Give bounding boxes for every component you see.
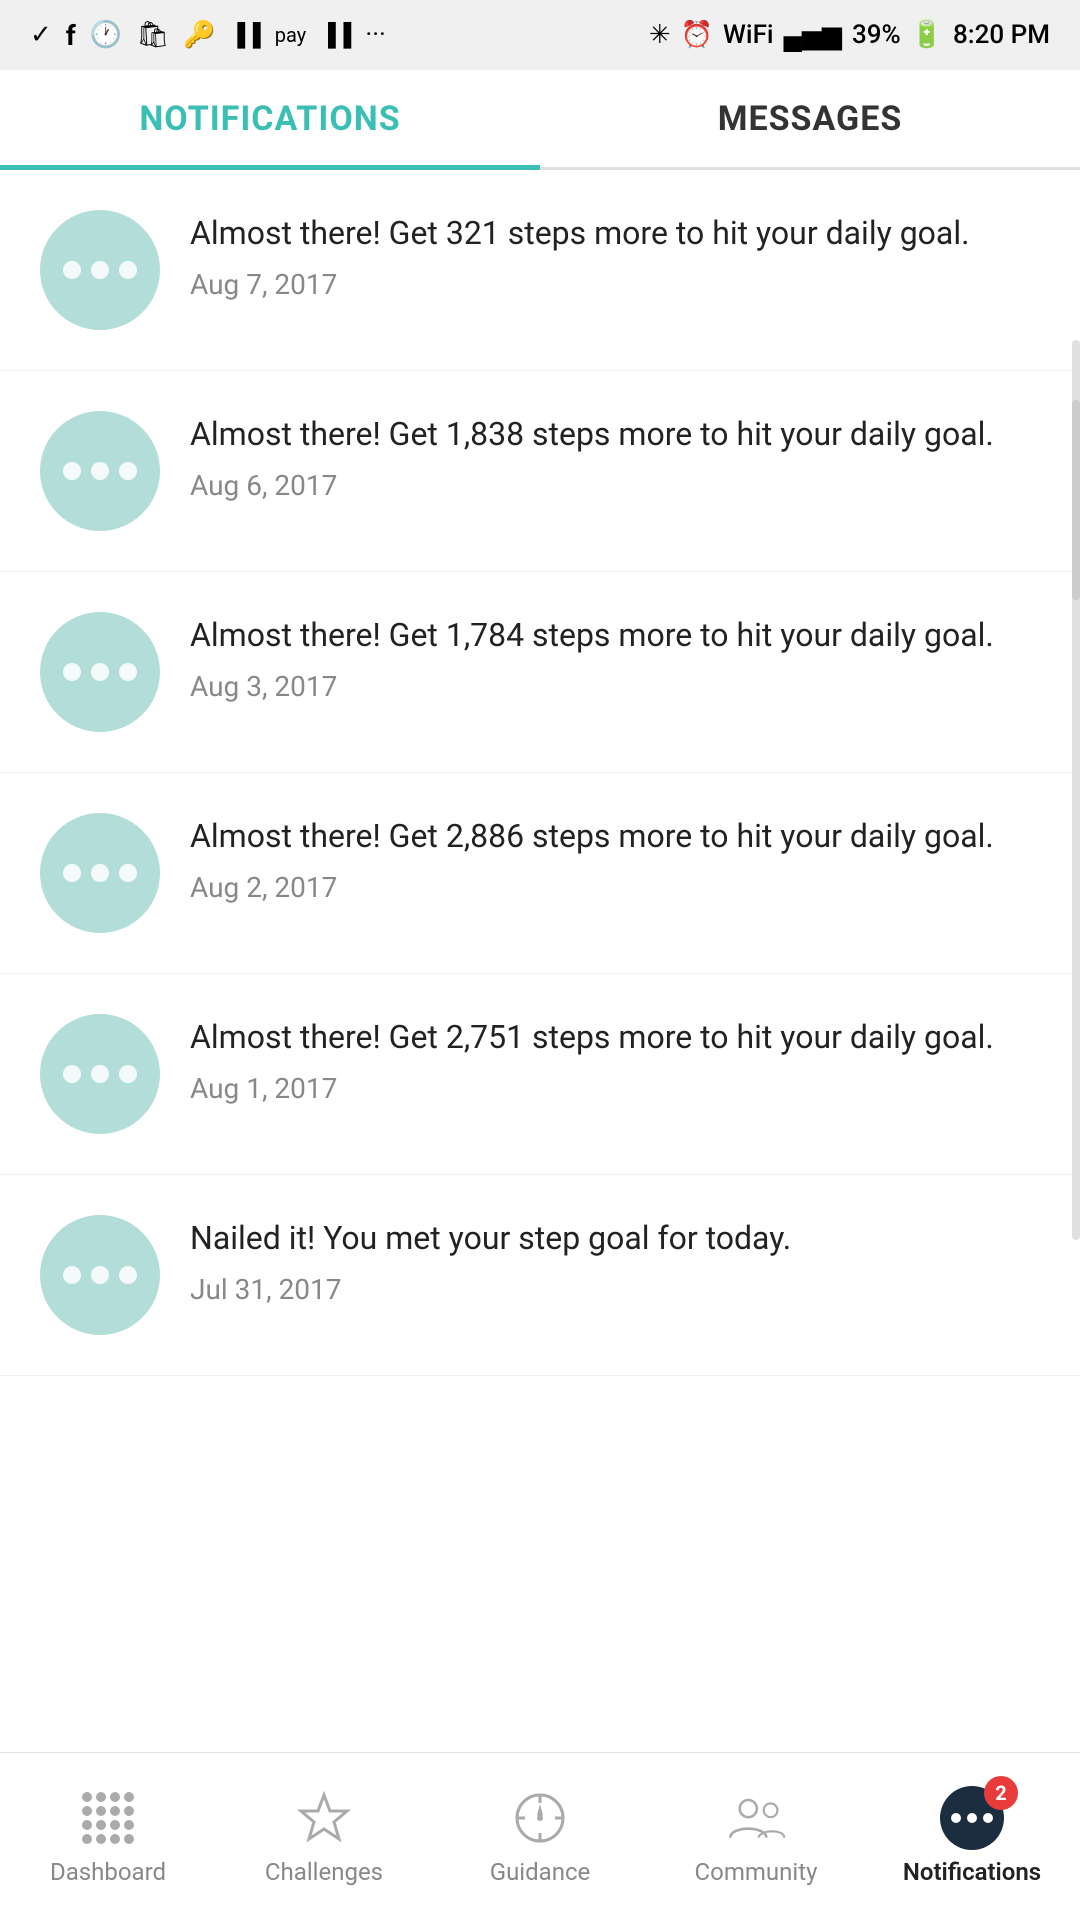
nav-label-dashboard: Dashboard xyxy=(50,1858,166,1886)
main-content: NOTIFICATIONS MESSAGES Almost there! Get… xyxy=(0,70,1080,1752)
notification-content: Almost there! Get 1,838 steps more to hi… xyxy=(190,411,1040,502)
list-item[interactable]: Almost there! Get 2,886 steps more to hi… xyxy=(0,773,1080,974)
sim2-icon: ▐▐ xyxy=(320,22,351,48)
nav-label-guidance: Guidance xyxy=(490,1858,591,1886)
status-left: ✓ f 🕐 🛍 🔑 ▐▐ pay ▐▐ ··· xyxy=(30,19,386,52)
sidebar-item-dashboard[interactable]: Dashboard xyxy=(0,1788,216,1886)
community-icon xyxy=(726,1788,786,1848)
avatar xyxy=(40,210,160,330)
list-item[interactable]: Almost there! Get 321 steps more to hit … xyxy=(0,170,1080,371)
time-display: 8:20 PM xyxy=(953,20,1050,50)
nav-label-community: Community xyxy=(695,1858,818,1886)
scroll-track xyxy=(1072,340,1080,1240)
avatar xyxy=(40,612,160,732)
signal-icon: ▄▅▆ xyxy=(784,20,842,51)
status-bar: ✓ f 🕐 🛍 🔑 ▐▐ pay ▐▐ ··· ✳ ⏰ WiFi ▄▅▆ 39%… xyxy=(0,0,1080,70)
list-item[interactable]: Almost there! Get 1,784 steps more to hi… xyxy=(0,572,1080,773)
notification-content: Almost there! Get 2,886 steps more to hi… xyxy=(190,813,1040,904)
notifications-list: Almost there! Get 321 steps more to hit … xyxy=(0,170,1080,1752)
checkmark-icon: ✓ xyxy=(30,20,52,50)
list-item[interactable]: Almost there! Get 2,751 steps more to hi… xyxy=(0,974,1080,1175)
tab-notifications[interactable]: NOTIFICATIONS xyxy=(0,70,540,167)
notification-content: Almost there! Get 1,784 steps more to hi… xyxy=(190,612,1040,703)
battery-percent: 39% xyxy=(852,20,901,50)
facebook-icon: f xyxy=(66,19,76,52)
list-item[interactable]: Nailed it! You met your step goal for to… xyxy=(0,1175,1080,1376)
avatar xyxy=(40,1215,160,1335)
challenges-icon xyxy=(294,1788,354,1848)
dots-icon: ··· xyxy=(365,20,385,50)
nav-label-notifications: Notifications xyxy=(903,1858,1041,1886)
key-icon: 🔑 xyxy=(183,20,215,50)
avatar xyxy=(40,813,160,933)
scroll-thumb[interactable] xyxy=(1072,400,1080,600)
notification-content: Almost there! Get 321 steps more to hit … xyxy=(190,210,1040,301)
notification-content: Almost there! Get 2,751 steps more to hi… xyxy=(190,1014,1040,1105)
avatar xyxy=(40,1014,160,1134)
sidebar-item-community[interactable]: Community xyxy=(648,1788,864,1886)
status-right: ✳ ⏰ WiFi ▄▅▆ 39% 🔋 8:20 PM xyxy=(649,20,1050,51)
sidebar-item-notifications[interactable]: 2 Notifications xyxy=(864,1788,1080,1886)
sidebar-item-guidance[interactable]: Guidance xyxy=(432,1788,648,1886)
dashboard-icon xyxy=(78,1788,138,1848)
alarm-icon: ⏰ xyxy=(681,20,713,50)
sim-icon: ▐▐ xyxy=(230,22,261,48)
list-item[interactable]: Almost there! Get 1,838 steps more to hi… xyxy=(0,371,1080,572)
clock-icon: 🕐 xyxy=(90,20,122,50)
notifications-nav-icon: 2 xyxy=(942,1788,1002,1848)
nav-label-challenges: Challenges xyxy=(265,1858,383,1886)
bottom-nav: Dashboard Challenges Guidance xyxy=(0,1752,1080,1920)
notification-badge: 2 xyxy=(984,1776,1018,1810)
tab-messages[interactable]: MESSAGES xyxy=(540,70,1080,167)
bag-icon: 🛍 xyxy=(136,20,169,50)
notification-content: Nailed it! You met your step goal for to… xyxy=(190,1215,1040,1306)
samsung-pay-icon: pay xyxy=(275,23,306,47)
guidance-icon xyxy=(510,1788,570,1848)
bluetooth-icon: ✳ xyxy=(649,20,671,50)
wifi-icon: WiFi xyxy=(723,20,773,50)
battery-icon: 🔋 xyxy=(911,20,943,50)
sidebar-item-challenges[interactable]: Challenges xyxy=(216,1788,432,1886)
tab-header: NOTIFICATIONS MESSAGES xyxy=(0,70,1080,170)
avatar xyxy=(40,411,160,531)
